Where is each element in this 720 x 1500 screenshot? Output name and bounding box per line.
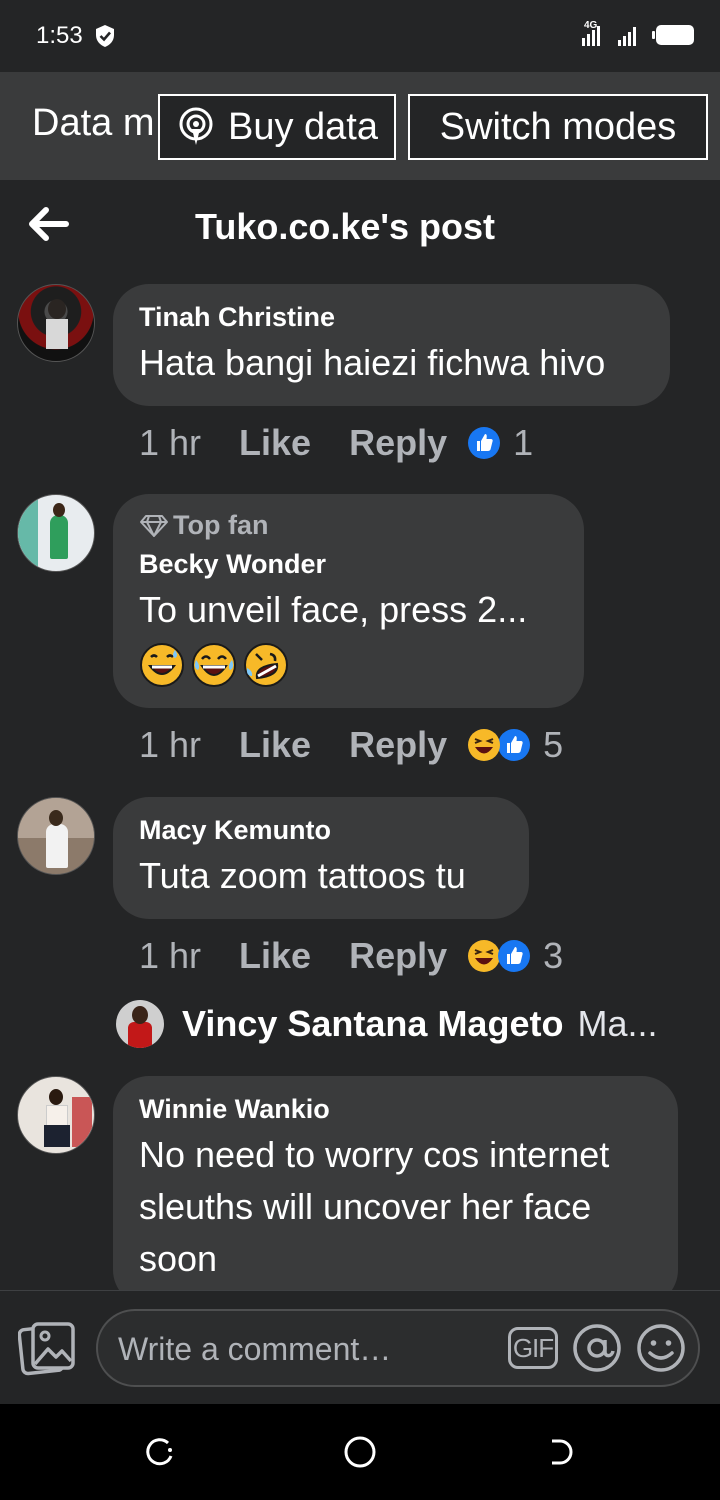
data-mode-text: Data m	[32, 102, 155, 144]
like-reaction-icon	[498, 940, 531, 972]
like-button[interactable]: Like	[239, 724, 311, 766]
comment-text: No need to worry cos internet sleuths wi…	[139, 1134, 610, 1279]
post-header: Tuko.co.ke's post	[0, 180, 720, 276]
comment-bubble[interactable]: Winnie Wankio No need to worry cos inter…	[113, 1076, 678, 1306]
system-nav-bar	[0, 1404, 720, 1500]
reaction-count[interactable]: 1	[513, 422, 533, 464]
haha-reaction-icon	[468, 729, 501, 761]
home-icon[interactable]	[343, 1435, 377, 1469]
shield-icon	[96, 25, 114, 47]
reply-author[interactable]: Vincy Santana Mageto	[182, 1003, 563, 1045]
comment-bubble[interactable]: Top fan Becky Wonder To unveil face, pre…	[113, 494, 584, 708]
like-button[interactable]: Like	[239, 935, 311, 977]
reactions[interactable]	[467, 728, 531, 762]
comment-meta: 1 hr Like Reply 1	[139, 422, 533, 464]
reply-avatar[interactable]	[116, 1000, 164, 1048]
comment-time[interactable]: 1 hr	[139, 422, 201, 464]
reply-preview[interactable]: Vincy Santana Mageto Ma...	[116, 1000, 657, 1048]
signal-icon	[618, 27, 636, 46]
comment-composer: Write a comment… GIF	[0, 1290, 720, 1404]
data-mode-banner: Data m Buy data Switch modes	[0, 72, 720, 180]
diamond-icon	[140, 514, 168, 537]
status-time: 1:53	[36, 22, 83, 49]
switch-modes-button[interactable]: Switch modes	[408, 94, 708, 160]
battery-icon	[652, 25, 694, 45]
broadcast-icon	[179, 107, 213, 145]
comment-placeholder: Write a comment…	[118, 1331, 392, 1367]
reply-button[interactable]: Reply	[349, 422, 447, 464]
mention-icon[interactable]	[572, 1323, 622, 1373]
comment-bubble[interactable]: Tinah Christine Hata bangi haiezi fichwa…	[113, 284, 670, 406]
comment-text: Tuta zoom tattoos tu	[139, 855, 466, 896]
rofl-emoji-icon	[243, 642, 289, 693]
comment-input[interactable]: Write a comment… GIF	[96, 1309, 700, 1387]
like-button[interactable]: Like	[239, 422, 311, 464]
comment-author[interactable]: Tinah Christine	[139, 302, 644, 333]
buy-data-label: Buy data	[228, 105, 378, 148]
photo-gallery-icon[interactable]	[18, 1319, 78, 1377]
reply-button[interactable]: Reply	[349, 935, 447, 977]
reply-button[interactable]: Reply	[349, 724, 447, 766]
back-icon[interactable]	[544, 1436, 576, 1468]
page-title: Tuko.co.ke's post	[195, 206, 495, 247]
joy-emoji-icon	[191, 642, 237, 693]
comment-text: To unveil face, press 2...	[139, 589, 528, 630]
buy-data-button[interactable]: Buy data	[158, 94, 396, 160]
comment-bubble[interactable]: Macy Kemunto Tuta zoom tattoos tu	[113, 797, 529, 919]
top-fan-badge: Top fan	[139, 510, 558, 541]
like-reaction-icon	[498, 729, 531, 761]
gif-label: GIF	[512, 1332, 554, 1363]
recent-apps-icon[interactable]	[144, 1436, 176, 1468]
comment-time[interactable]: 1 hr	[139, 724, 201, 766]
comment-meta: 1 hr Like Reply 3	[139, 935, 563, 977]
system-icons: 4G	[580, 20, 696, 50]
like-reaction-icon	[468, 427, 501, 459]
avatar[interactable]	[17, 284, 95, 362]
signal-4g-icon: 4G	[580, 20, 606, 48]
top-fan-label: Top fan	[173, 510, 269, 540]
emoji-row	[139, 642, 558, 693]
comment-author[interactable]: Winnie Wankio	[139, 1094, 652, 1125]
emoji-picker-icon[interactable]	[636, 1323, 686, 1373]
avatar[interactable]	[17, 797, 95, 875]
comment-author[interactable]: Becky Wonder	[139, 549, 558, 580]
reaction-count[interactable]: 5	[543, 724, 563, 766]
reply-snippet: Ma...	[577, 1003, 658, 1044]
reaction-count[interactable]: 3	[543, 935, 563, 977]
comment-text: Hata bangi haiezi fichwa hivo	[139, 342, 606, 383]
comment-meta: 1 hr Like Reply 5	[139, 724, 563, 766]
haha-reaction-icon	[468, 940, 501, 972]
sweat-smile-emoji-icon	[139, 642, 185, 693]
switch-modes-label: Switch modes	[439, 105, 677, 148]
gif-button[interactable]: GIF	[508, 1327, 558, 1369]
avatar[interactable]	[17, 1076, 95, 1154]
status-bar: 1:53 4G	[0, 0, 720, 72]
reactions[interactable]	[467, 426, 501, 460]
avatar[interactable]	[17, 494, 95, 572]
reactions[interactable]	[467, 939, 531, 973]
comment-author[interactable]: Macy Kemunto	[139, 815, 503, 846]
comment-time[interactable]: 1 hr	[139, 935, 201, 977]
